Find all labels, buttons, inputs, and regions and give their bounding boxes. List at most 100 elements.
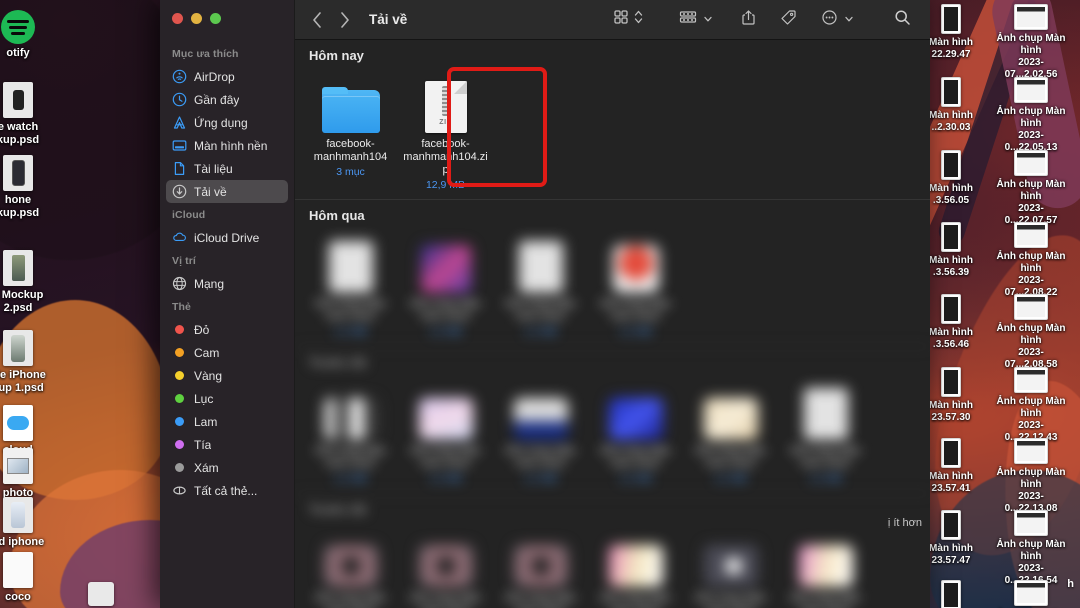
- finder-sidebar: Mục ưa thích AirDrop Gần đây Ứng dụng Màn hì…: [160, 0, 295, 608]
- file-tile[interactable]: facebook-manhmanh104 3 mục: [303, 69, 398, 199]
- screenshot-icon: [1014, 510, 1048, 536]
- file-tile[interactable]: Ảnh chụp Màn hình 20231,2 MB: [778, 376, 873, 493]
- file-tile[interactable]: Ảnh chụp Màn hình 20231,2 MB: [398, 229, 493, 346]
- screenshot-icon: [941, 77, 961, 107]
- file-tile[interactable]: Ảnh chụp Màn hình 20231,2 MB: [588, 376, 683, 493]
- desktop-icon[interactable]: hone kup.psd: [0, 155, 64, 220]
- desktop-icon[interactable]: ud iphone: [0, 497, 64, 549]
- file-tile-meta: 1,2 MB: [618, 473, 653, 485]
- share-icon: [741, 9, 756, 31]
- file-tile[interactable]: Ảnh chụp Màn hình 20231,2 MB: [398, 523, 493, 608]
- sidebar-item-lam[interactable]: Lam: [166, 410, 288, 433]
- desktop-icon[interactable]: ble iPhone kup 1.psd: [0, 330, 64, 395]
- file-tile[interactable]: Ảnh chụp Màn hình 20231,2 MB: [303, 376, 398, 493]
- desktop-icon-label: otify: [6, 47, 30, 59]
- sidebar-item-ng-d-ng[interactable]: Ứng dụng: [166, 111, 288, 134]
- file-tile-meta: 1,2 MB: [428, 326, 463, 338]
- desktop-screenshot-icon[interactable]: Ảnh chụp Màn hình 2023-0...22.13.08: [992, 438, 1070, 515]
- file-tile[interactable]: Ảnh chụp Màn hình 20231,2 MB: [493, 229, 588, 346]
- file-tile[interactable]: Ảnh chụp Màn hình 20231,2 MB: [588, 523, 683, 608]
- desktop-icon[interactable]: e Mockup 2.psd: [0, 250, 64, 315]
- view-grid-button[interactable]: [606, 7, 650, 33]
- file-tile[interactable]: Ảnh chụp Màn hình 20231,2 MB: [588, 229, 683, 346]
- sidebar-item-label: Lam: [194, 414, 218, 429]
- desktop-screenshot-icon[interactable]: Ảnh chụp Màn hình 2023-0...22.16.54: [992, 510, 1070, 587]
- file-tile[interactable]: Ảnh chụp Màn hình 20231,2 MB: [303, 229, 398, 346]
- file-tile-icon: [687, 382, 774, 440]
- sidebar-item-t-a[interactable]: Tía: [166, 433, 288, 456]
- file-tile-name: Ảnh chụp Màn hình 2023: [790, 445, 861, 470]
- file-tile-name: Ảnh chụp Màn hình 2023: [315, 298, 386, 323]
- more-actions-button[interactable]: [814, 7, 861, 33]
- search-button[interactable]: [887, 7, 918, 33]
- file-tile[interactable]: Ảnh chụp Màn hình 20231,2 MB: [493, 523, 588, 608]
- screenshot-icon: [1014, 367, 1048, 393]
- tag-button[interactable]: [773, 7, 804, 33]
- desktop-screenshot-icon[interactable]: Ảnh chụp Màn hình 2023-07...2.08.58: [992, 294, 1070, 371]
- desktop-screenshot-icon[interactable]: Ảnh chụp Màn hình 2023-0...22.05.13: [992, 77, 1070, 154]
- desktop-icon-label: Ảnh chụp Màn hình 2023-0...22.13.08: [996, 467, 1066, 514]
- forward-button[interactable]: [331, 7, 359, 33]
- search-icon: [894, 9, 911, 31]
- file-tile[interactable]: ZIP facebook-manhmanh104.zip 12,9 MB: [398, 69, 493, 199]
- minimize-button[interactable]: [191, 13, 202, 24]
- close-button[interactable]: [172, 13, 183, 24]
- sidebar-item-t-i-li-u[interactable]: Tài liệu: [166, 157, 288, 180]
- sidebar-item-icloud-drive[interactable]: iCloud Drive: [166, 226, 288, 249]
- file-tile-icon: [592, 529, 679, 587]
- cloud-icon: [172, 230, 187, 245]
- sidebar-item-label: Vàng: [194, 368, 223, 383]
- file-tile[interactable]: Ảnh chụp Màn hình 20231,2 MB: [398, 376, 493, 493]
- group-by-button[interactable]: [672, 7, 720, 33]
- sidebar-item-m-ng[interactable]: Mạng: [166, 272, 288, 295]
- file-tile-icon: [402, 382, 489, 440]
- back-button[interactable]: [303, 7, 331, 33]
- file-tile[interactable]: Ảnh chụp Màn hình 20231,2 MB: [683, 376, 778, 493]
- desktop-edge-label: h: [1067, 578, 1074, 590]
- screenshot-icon: [1014, 77, 1048, 103]
- file-tile-icon: [402, 529, 489, 587]
- file-tile-name: facebook-manhmanh104: [313, 138, 388, 163]
- desktop-screenshot-icon[interactable]: Ảnh chụp Màn hình 2023-0...22.12.43: [992, 367, 1070, 444]
- overlay-hint-text: ị ít hơn: [887, 517, 922, 529]
- blurred-file-icon: [418, 398, 473, 440]
- blurred-file-icon: [798, 545, 853, 587]
- file-tile[interactable]: Ảnh chụp Màn hình 20231,2 MB: [683, 523, 778, 608]
- sidebar-item-airdrop[interactable]: AirDrop: [166, 65, 288, 88]
- share-button[interactable]: [734, 7, 763, 33]
- sidebar-item-[interactable]: Đỏ: [166, 318, 288, 341]
- sidebar-item-x-m[interactable]: Xám: [166, 456, 288, 479]
- window-controls[interactable]: [160, 0, 294, 40]
- blurred-file-icon: [323, 545, 378, 587]
- sidebar-item-cam[interactable]: Cam: [166, 341, 288, 364]
- desktop-screenshot-icon[interactable]: Ảnh chụp Màn hình 2023-0...22.07.57: [992, 150, 1070, 227]
- screenshot-icon: [1014, 150, 1048, 176]
- sidebar-item-g-n-y[interactable]: Gần đây: [166, 88, 288, 111]
- file-tile[interactable]: Ảnh chụp Màn hình 20231,2 MB: [493, 376, 588, 493]
- file-tile-name: Ảnh chụp Màn hình 2023: [600, 592, 671, 608]
- file-tile[interactable]: Ảnh chụp Màn hình 20231,2 MB: [303, 523, 398, 608]
- desktop-screenshot-icon[interactable]: Ảnh chụp Màn hình 2023-07...2.08.22: [992, 222, 1070, 299]
- file-tile[interactable]: Ảnh chụp Màn hình 20231,2 MB: [778, 523, 873, 608]
- dock-icon[interactable]: [88, 582, 114, 606]
- desktop-icon[interactable]: otify: [0, 10, 64, 60]
- file-tile-icon: [592, 235, 679, 293]
- zip-file-icon: ZIP: [424, 81, 467, 133]
- desktop-screenshot-icon[interactable]: Ảnh chụp Màn hình 2023-07...2.02.56: [992, 4, 1070, 81]
- section-header: Trước đó: [295, 346, 930, 376]
- file-browser-area[interactable]: ị ít hơn Hôm nay facebook-manhmanh104 3 mụ…: [295, 40, 930, 608]
- file-tile-meta: 3 mục: [336, 166, 365, 178]
- screenshot-icon: [1014, 222, 1048, 248]
- desktop-screenshot-icon[interactable]: Ảnh chụp Màn hình 2023-0...22.23.19: [992, 580, 1070, 608]
- desktop-icon[interactable]: photo: [0, 448, 64, 500]
- sidebar-item-t-t-c-th[interactable]: Tất cả thẻ...: [166, 479, 288, 502]
- desktop-icon[interactable]: coco: [0, 552, 64, 604]
- folder-icon: [321, 87, 380, 133]
- sidebar-item-l-c[interactable]: Lục: [166, 387, 288, 410]
- sidebar-item-t-i-v[interactable]: Tải về: [166, 180, 288, 203]
- maximize-button[interactable]: [210, 13, 221, 24]
- desktop-icon[interactable]: e watch kup.psd: [0, 82, 64, 147]
- sidebar-item-m-n-h-nh-n-n[interactable]: Màn hình nền: [166, 134, 288, 157]
- sidebar-item-v-ng[interactable]: Vàng: [166, 364, 288, 387]
- blurred-file-icon: [612, 245, 659, 293]
